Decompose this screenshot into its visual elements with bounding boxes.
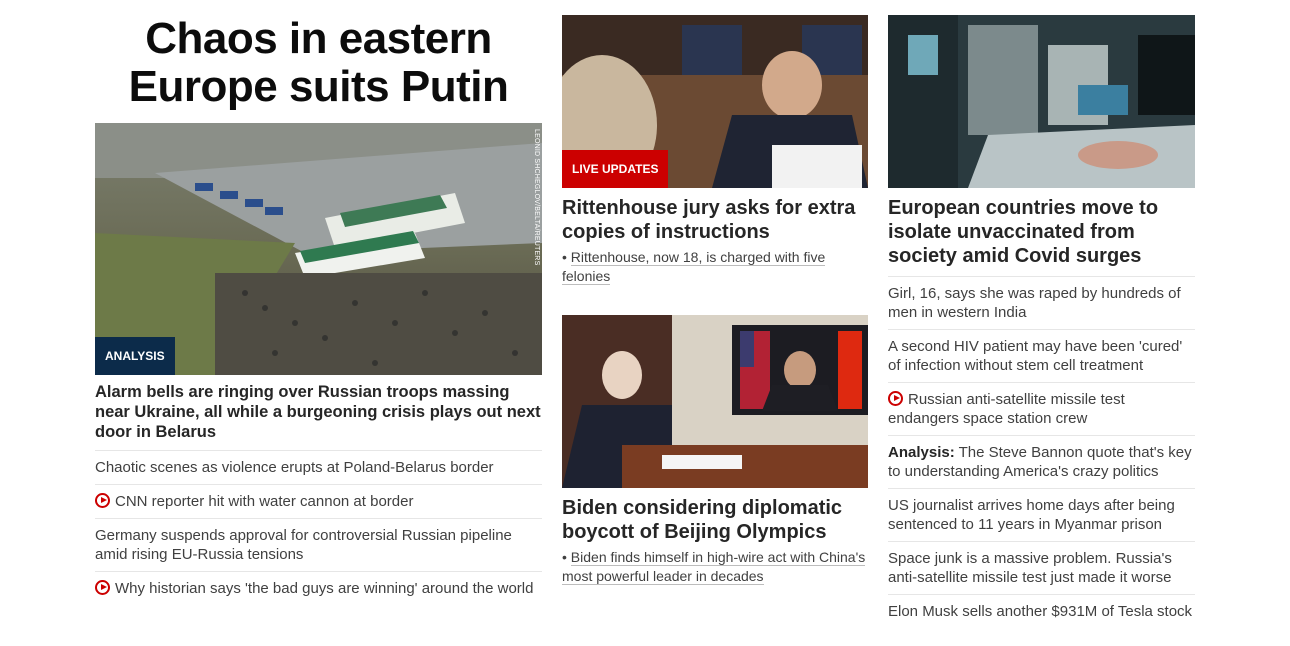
- lead-related-links: Chaotic scenes as violence erupts at Pol…: [95, 450, 542, 605]
- play-icon: [95, 580, 110, 595]
- rittenhouse-bullet[interactable]: • Rittenhouse, now 18, is charged with f…: [562, 248, 868, 286]
- list-item[interactable]: Russian anti-satellite missile test enda…: [888, 382, 1195, 435]
- list-item[interactable]: US journalist arrives home days after be…: [888, 488, 1195, 541]
- play-icon: [888, 391, 903, 406]
- right-column: European countries move to isolate unvac…: [888, 0, 1195, 628]
- list-item[interactable]: Space junk is a massive problem. Russia'…: [888, 541, 1195, 594]
- link-text[interactable]: Germany suspends approval for controvers…: [95, 527, 512, 563]
- right-related-links: Girl, 16, says she was raped by hundreds…: [888, 276, 1195, 628]
- link-text[interactable]: Chaotic scenes as violence erupts at Pol…: [95, 459, 494, 476]
- border-crowd-image[interactable]: LEONID SHCHEGLOV/BELTA/REUTERS ANALYSIS: [95, 123, 542, 375]
- link-text[interactable]: Girl, 16, says she was raped by hundreds…: [888, 285, 1181, 321]
- link-text[interactable]: US journalist arrives home days after be…: [888, 497, 1175, 533]
- europe-covid-title[interactable]: European countries move to isolate unvac…: [888, 196, 1195, 268]
- link-text[interactable]: Russian anti-satellite missile test enda…: [888, 391, 1125, 427]
- biden-xi-photo: [562, 315, 868, 488]
- bullet-text[interactable]: Rittenhouse, now 18, is charged with fiv…: [562, 249, 826, 285]
- list-item[interactable]: CNN reporter hit with water cannon at bo…: [95, 484, 542, 518]
- biden-bullet[interactable]: • Biden finds himself in high-wire act w…: [562, 548, 868, 586]
- lead-story-column: Chaos in eastern Europe suits Putin LEON…: [95, 0, 542, 605]
- list-item[interactable]: Girl, 16, says she was raped by hundreds…: [888, 276, 1195, 329]
- link-text[interactable]: Elon Musk sells another $931M of Tesla s…: [888, 603, 1192, 620]
- analysis-tag: ANALYSIS: [95, 337, 175, 375]
- middle-column: LIVE UPDATES Rittenhouse jury asks for e…: [562, 0, 868, 586]
- bullet-text[interactable]: Biden finds himself in high-wire act wit…: [562, 549, 866, 585]
- rittenhouse-image[interactable]: LIVE UPDATES: [562, 15, 868, 188]
- link-text[interactable]: Why historian says 'the bad guys are win…: [115, 580, 533, 597]
- list-item[interactable]: A second HIV patient may have been 'cure…: [888, 329, 1195, 382]
- rittenhouse-title[interactable]: Rittenhouse jury asks for extra copies o…: [562, 196, 868, 244]
- list-item[interactable]: Elon Musk sells another $931M of Tesla s…: [888, 594, 1195, 628]
- biden-image[interactable]: [562, 315, 868, 488]
- icu-image[interactable]: [888, 15, 1195, 188]
- list-item[interactable]: Analysis: The Steve Bannon quote that's …: [888, 435, 1195, 488]
- analysis-prefix: Analysis:: [888, 444, 955, 461]
- live-updates-tag: LIVE UPDATES: [562, 150, 669, 188]
- link-text[interactable]: CNN reporter hit with water cannon at bo…: [115, 493, 413, 510]
- list-item[interactable]: Germany suspends approval for controvers…: [95, 518, 542, 571]
- image-credit: LEONID SHCHEGLOV/BELTA/REUTERS: [533, 129, 540, 266]
- play-icon: [95, 493, 110, 508]
- lead-headline[interactable]: Chaos in eastern Europe suits Putin: [95, 15, 542, 111]
- list-item[interactable]: Chaotic scenes as violence erupts at Pol…: [95, 450, 542, 484]
- hospital-icu-photo: [888, 15, 1195, 188]
- lead-story-title[interactable]: Alarm bells are ringing over Russian tro…: [95, 382, 542, 442]
- biden-title[interactable]: Biden considering diplomatic boycott of …: [562, 496, 868, 544]
- list-item[interactable]: Why historian says 'the bad guys are win…: [95, 571, 542, 605]
- link-text[interactable]: Space junk is a massive problem. Russia'…: [888, 550, 1172, 586]
- link-text[interactable]: A second HIV patient may have been 'cure…: [888, 338, 1182, 374]
